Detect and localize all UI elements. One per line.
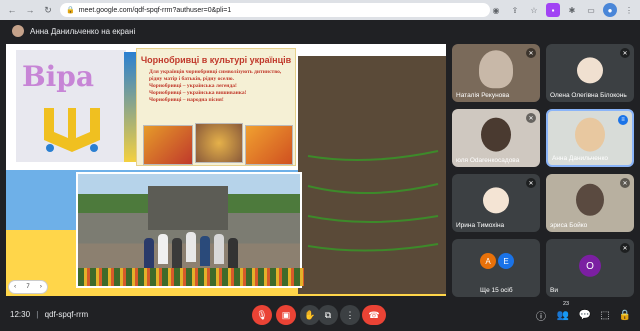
- avatar-a: A: [480, 253, 496, 269]
- embroidery-photo: [195, 123, 243, 163]
- next-slide-button[interactable]: ›: [40, 284, 42, 290]
- more-options-button[interactable]: ⋮: [340, 305, 360, 325]
- flower-bed: [78, 268, 304, 286]
- slide-bottom: [6, 56, 446, 296]
- participant-video: [576, 183, 604, 216]
- slide-title: Чорнобривці в культурі українців: [140, 55, 292, 65]
- trident-icon: [44, 108, 100, 152]
- mic-off-icon: ✕: [620, 243, 630, 253]
- slide-controls[interactable]: ‹ 7 ›: [8, 280, 48, 294]
- mic-toggle-button[interactable]: 🎙: [252, 305, 272, 325]
- lock-controls-icon[interactable]: 🔒: [618, 308, 632, 322]
- participant-name: Ирина Тимохіна: [456, 222, 505, 229]
- participant-tile[interactable]: ✕ юля Оdarенкосадова: [452, 109, 540, 167]
- avatar-e: E: [498, 253, 514, 269]
- slide-page-number: 7: [26, 284, 30, 290]
- shared-screen: Віра Чорнобривці в культурі українців Дл…: [6, 44, 446, 296]
- participant-name: эриса Бойко: [550, 222, 588, 229]
- presenter-bar: Анна Данильченко на екрані: [0, 20, 640, 42]
- self-tile[interactable]: O ✕ Ви: [546, 239, 634, 297]
- participant-tile[interactable]: ✕ Ирина Тимохіна: [452, 174, 540, 232]
- marigold-photo-1: [143, 125, 193, 165]
- participant-count: 23: [563, 301, 570, 307]
- presenter-label: Анна Данильченко на екрані: [30, 26, 136, 36]
- participant-tile[interactable]: ✕ эриса Бойко: [546, 174, 634, 232]
- more-participants-tile[interactable]: A E Ще 15 осіб: [452, 239, 540, 297]
- people-group: [138, 204, 248, 274]
- participant-tile[interactable]: ✕ Наталія Рекунова: [452, 44, 540, 102]
- meeting-code: qdf-spqf-rrm: [44, 310, 89, 319]
- bullet-1: Для українців чорнобривці символізують д…: [149, 69, 282, 82]
- raise-hand-button[interactable]: ✋: [300, 305, 320, 325]
- vira-flower-image: Віра: [16, 50, 126, 162]
- more-participants-label: Ще 15 осіб: [480, 287, 513, 294]
- mic-off-icon: ✕: [526, 178, 536, 188]
- reload-icon[interactable]: ↻: [42, 4, 54, 16]
- vira-letters: Віра: [22, 60, 95, 93]
- camera-toggle-button[interactable]: ▣: [276, 305, 296, 325]
- participant-video: [575, 117, 605, 152]
- participant-name: юля Оdarенкосадова: [456, 157, 520, 164]
- memorial-photo: [76, 172, 304, 288]
- avatar: [483, 187, 509, 214]
- participant-video: [479, 50, 513, 89]
- menu-icon[interactable]: ⋮: [622, 3, 636, 17]
- back-icon[interactable]: ←: [6, 4, 18, 16]
- bullet-4: Чорнобривці – народна пісня!: [149, 97, 224, 103]
- participant-name: Анна Данильченко: [552, 155, 609, 162]
- flowerbed-photo: [298, 56, 446, 294]
- marigold-photo-2: [245, 125, 293, 165]
- meeting-info: 12:30 | qdf-spqf-rrm: [10, 310, 89, 319]
- profile-avatar[interactable]: ●: [603, 3, 617, 17]
- star-icon[interactable]: ☆: [527, 3, 541, 17]
- self-avatar: O: [579, 254, 601, 277]
- address-bar[interactable]: 🔒 meet.google.com/qdf-spqf-rrm?authuser=…: [60, 3, 490, 17]
- mic-off-icon: ✕: [526, 48, 536, 58]
- camera-icon[interactable]: ◉: [489, 3, 503, 17]
- sidepanel-icon[interactable]: ▭: [584, 3, 598, 17]
- participant-tile-active[interactable]: ≡ Анна Данильченко: [546, 109, 634, 167]
- mic-off-icon: ✕: [620, 178, 630, 188]
- present-button[interactable]: ⧉: [318, 305, 338, 325]
- meeting-controls: 12:30 | qdf-spqf-rrm 🎙 ▣ ✋ ⧉ ⋮ ☎ ⓘ 👥 23 …: [0, 300, 640, 331]
- presenter-avatar: [12, 25, 24, 37]
- prev-slide-button[interactable]: ‹: [14, 284, 16, 290]
- flowerbed-rows: [307, 150, 439, 252]
- participant-tile[interactable]: ✕ Олена Олегівна Білоконь: [546, 44, 634, 102]
- slide-text-box: Чорнобривці в культурі українців Для укр…: [136, 48, 296, 166]
- mic-off-icon: ✕: [620, 48, 630, 58]
- avatar: [577, 57, 603, 84]
- end-call-button[interactable]: ☎: [362, 305, 386, 325]
- bullet-3: Чорнобривці – українська вишиванка!: [149, 90, 247, 96]
- chat-icon[interactable]: 💬: [578, 308, 592, 322]
- browser-toolbar: ← → ↻ 🔒 meet.google.com/qdf-spqf-rrm?aut…: [0, 0, 640, 20]
- speaking-icon: ≡: [618, 115, 628, 125]
- blue-yellow-ornament: [124, 52, 136, 162]
- extension-icon[interactable]: ▪: [546, 3, 560, 17]
- share-icon[interactable]: ⇪: [508, 3, 522, 17]
- participant-video: [481, 117, 511, 152]
- participant-name: Ви: [550, 287, 558, 294]
- clock: 12:30: [10, 310, 31, 319]
- activities-icon[interactable]: ⬚: [598, 308, 612, 322]
- lock-icon: 🔒: [66, 7, 75, 14]
- participant-name: Олена Олегівна Білоконь: [550, 92, 627, 99]
- bullet-2: Чорнобривці – українська легенда!: [149, 83, 237, 89]
- mic-off-icon: ✕: [526, 113, 536, 123]
- info-icon[interactable]: ⓘ: [534, 308, 548, 323]
- puzzle-icon[interactable]: ✱: [565, 3, 579, 17]
- people-icon[interactable]: 👥: [556, 308, 570, 322]
- participant-name: Наталія Рекунова: [456, 92, 510, 99]
- url-text: meet.google.com/qdf-spqf-rrm?authuser=0&…: [78, 6, 232, 14]
- slide-bullets: Для українців чорнобривці символізують д…: [149, 69, 291, 104]
- forward-icon[interactable]: →: [24, 4, 36, 16]
